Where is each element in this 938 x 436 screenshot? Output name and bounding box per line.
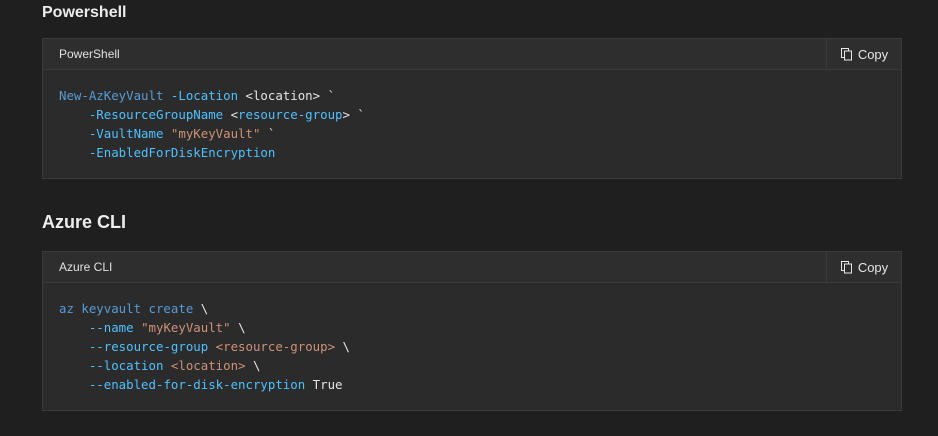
copy-button[interactable]: Copy — [826, 39, 901, 69]
copy-button[interactable]: Copy — [826, 252, 901, 282]
code-token: -Location — [170, 88, 239, 103]
code-token: < — [223, 107, 239, 122]
code-language-label: Azure CLI — [59, 260, 113, 274]
code-token: "myKeyVault" — [170, 126, 261, 141]
code-line: --name "myKeyVault" \ — [59, 318, 885, 337]
code-line: --location <location> \ — [59, 356, 885, 375]
code-token: --enabled-for-disk-encryption — [88, 377, 306, 392]
code-token: <resource-group> — [215, 339, 336, 354]
code-token: \ — [245, 358, 261, 373]
code-token: \ — [230, 320, 246, 335]
code-token: --location — [88, 358, 164, 373]
code-token: \ — [335, 339, 350, 354]
code-line: az keyvault create \ — [59, 299, 885, 318]
code-token: True — [305, 377, 343, 392]
code-token: > ` — [342, 107, 365, 122]
copy-label: Copy — [857, 259, 889, 275]
code-line: -ResourceGroupName <resource-group> ` — [59, 105, 885, 124]
section-heading-powershell: Powershell — [42, 4, 127, 21]
code-token: New-AzKeyVault — [59, 88, 164, 103]
code-block-powershell: PowerShell Copy New-AzKeyVault -Location… — [42, 38, 902, 179]
copy-icon — [840, 260, 854, 274]
code-token: -VaultName — [88, 126, 164, 141]
code-token: <location> — [170, 358, 246, 373]
code-block-azure-cli: Azure CLI Copy az keyvault create \ --na… — [42, 251, 902, 411]
code-token: <location> ` — [238, 88, 336, 103]
code-token: -ResourceGroupName — [88, 107, 224, 122]
code-line: --enabled-for-disk-encryption True — [59, 375, 885, 394]
code-token: --name — [88, 320, 134, 335]
code-token: az keyvault create — [59, 301, 194, 316]
code-line: -VaultName "myKeyVault" ` — [59, 124, 885, 143]
code-token: resource-group — [238, 107, 343, 122]
copy-label: Copy — [857, 46, 889, 62]
docs-page: Powershell PowerShell Copy New-AzKeyVaul… — [0, 0, 938, 436]
code-language-label: PowerShell — [59, 47, 120, 61]
code-line: --resource-group <resource-group> \ — [59, 337, 885, 356]
code-token: -EnabledForDiskEncryption — [88, 145, 276, 160]
code-line: -EnabledForDiskEncryption — [59, 143, 885, 162]
code-body: az keyvault create \ --name "myKeyVault"… — [43, 283, 901, 394]
section-heading-azure-cli: Azure CLI — [42, 212, 127, 232]
code-token: --resource-group — [88, 339, 209, 354]
code-body: New-AzKeyVault -Location <location> ` -R… — [43, 70, 901, 162]
code-line: New-AzKeyVault -Location <location> ` — [59, 86, 885, 105]
code-token: \ — [193, 301, 209, 316]
code-header: PowerShell Copy — [43, 39, 901, 70]
code-token: "myKeyVault" — [141, 320, 231, 335]
code-token: ` — [260, 126, 276, 141]
code-header: Azure CLI Copy — [43, 252, 901, 283]
copy-icon — [840, 47, 854, 61]
